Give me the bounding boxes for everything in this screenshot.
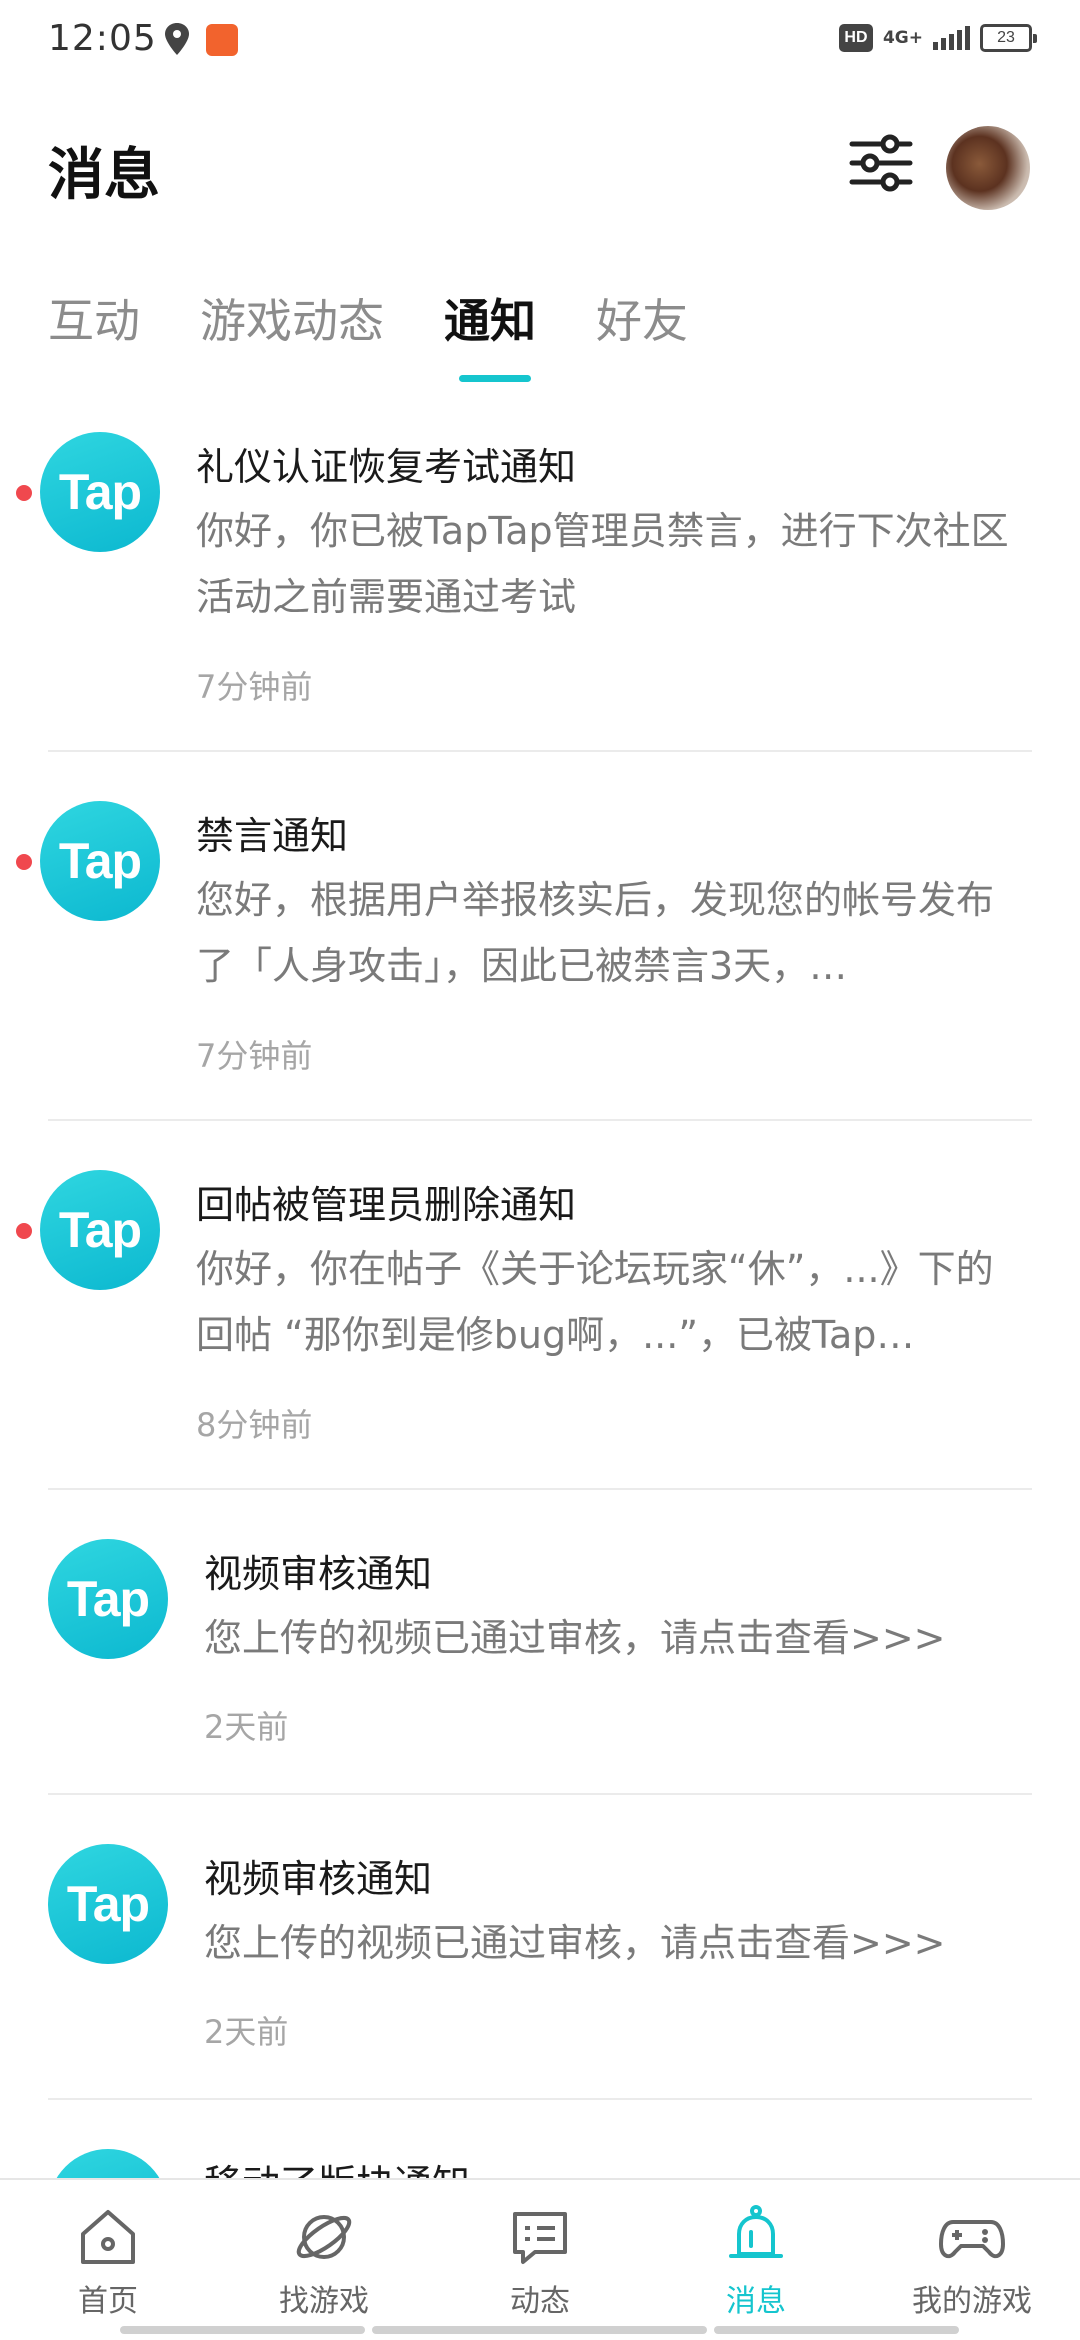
notification-time: 2天前	[204, 2013, 289, 2051]
notification-title: 禁言通知	[196, 814, 349, 858]
battery-icon: 23	[980, 24, 1037, 52]
status-time: 12:05	[48, 18, 157, 59]
divider	[48, 1119, 1032, 1121]
gesture-bar-right	[714, 2326, 959, 2334]
notification-body: 你好，你已被TapTap管理员禁言，进行下次社区活动之前需要通过考试	[196, 509, 1009, 619]
nav-feed[interactable]: 动态	[432, 2180, 648, 2340]
page-title: 消息	[48, 143, 160, 208]
status-bar: 12:05 HD 4G+ 23	[0, 0, 1080, 80]
tab-bar: 互动 游戏动态 通知 好友	[48, 285, 688, 351]
tab-active-indicator	[459, 375, 531, 382]
tab-interaction[interactable]: 互动	[48, 285, 140, 351]
divider	[48, 1488, 1032, 1490]
notification-title: 视频审核通知	[204, 1552, 433, 1596]
divider	[48, 2098, 1032, 2100]
battery-level: 23	[997, 29, 1015, 46]
notification-time: 8分钟前	[196, 1406, 313, 1444]
gesture-bar-left	[120, 2326, 365, 2334]
notification-body: 你好，你在帖子《关于论坛玩家“休”，...》下的回帖 “那你到是修bug啊，..…	[196, 1247, 994, 1357]
tab-friends[interactable]: 好友	[596, 285, 688, 351]
chat-icon	[513, 2212, 567, 2264]
tab-notifications[interactable]: 通知	[444, 285, 536, 351]
divider	[48, 1793, 1032, 1795]
nav-label: 我的游戏	[912, 2284, 1032, 2319]
notification-body: 您上传的视频已通过审核，请点击查看>>>	[204, 1921, 946, 1965]
nav-label: 动态	[510, 2284, 570, 2319]
notification-title: 礼仪认证恢复考试通知	[196, 445, 577, 489]
gamepad-icon	[939, 2220, 1005, 2259]
notification-title: 视频审核通知	[204, 1857, 433, 1901]
signal-icon	[933, 26, 970, 50]
taptap-logo-icon: Tap	[48, 1539, 168, 1659]
notification-time: 7分钟前	[196, 1037, 313, 1075]
notification-time: 2天前	[204, 1708, 289, 1746]
filter-settings-icon[interactable]	[848, 130, 914, 196]
bottom-nav: 首页 找游戏 动态 消息 我的游戏	[0, 2178, 1080, 2340]
nav-label: 找游戏	[279, 2284, 369, 2319]
taptap-logo-icon: Tap	[40, 432, 160, 552]
planet-icon	[296, 2215, 352, 2259]
network-type: 4G+	[882, 27, 923, 48]
divider	[48, 750, 1032, 752]
status-indicators: HD 4G+ 23	[838, 24, 1037, 52]
unread-dot	[16, 854, 32, 870]
notification-body: 您好，根据用户举报核实后，发现您的帐号发布了「人身攻击」，因此已被禁言3天，…	[196, 878, 995, 988]
app-notification-icon	[206, 24, 238, 56]
notification-body: 您上传的视频已通过审核，请点击查看>>>	[204, 1616, 946, 1660]
unread-dot	[16, 1223, 32, 1239]
location-icon	[165, 23, 189, 55]
taptap-logo-icon: Tap	[48, 1844, 168, 1964]
avatar[interactable]	[946, 126, 1030, 210]
tab-game-updates[interactable]: 游戏动态	[200, 285, 384, 351]
nav-home[interactable]: 首页	[0, 2180, 216, 2340]
unread-dot	[16, 485, 32, 501]
nav-label: 首页	[78, 2284, 138, 2319]
nav-label: 消息	[726, 2284, 786, 2319]
gesture-bar-middle	[372, 2326, 707, 2334]
nav-my-games[interactable]: 我的游戏	[864, 2180, 1080, 2340]
hd-icon: HD	[838, 24, 873, 52]
notification-time: 7分钟前	[196, 668, 313, 706]
taptap-logo-icon: Tap	[40, 801, 160, 921]
nav-messages[interactable]: 消息	[648, 2180, 864, 2340]
home-icon	[81, 2210, 135, 2264]
nav-find-games[interactable]: 找游戏	[216, 2180, 432, 2340]
bell-icon	[729, 2205, 783, 2258]
taptap-logo-icon: Tap	[40, 1170, 160, 1290]
notification-title: 回帖被管理员删除通知	[196, 1183, 577, 1227]
